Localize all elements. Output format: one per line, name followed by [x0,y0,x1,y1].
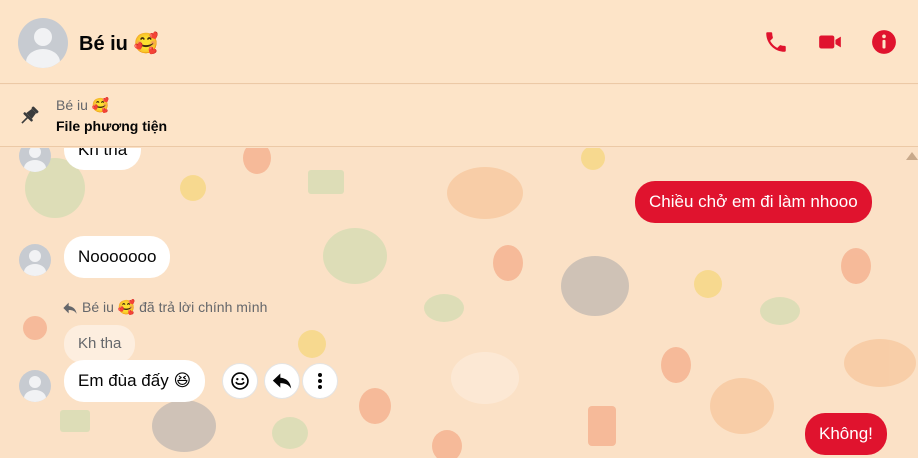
reply-arrow-icon [63,302,77,314]
more-options-button[interactable] [302,363,338,399]
info-icon[interactable] [871,29,897,55]
sender-avatar[interactable] [19,370,51,402]
pin-icon [21,106,39,124]
quoted-message[interactable]: Kh tha [64,325,136,363]
react-button[interactable] [222,363,258,399]
message-bubble[interactable]: Em đùa đấy 😆 [64,360,206,402]
contact-name[interactable]: Bé iu 🥰 [79,31,158,56]
react-icon [231,372,249,390]
scroll-up-indicator[interactable] [906,152,918,160]
sender-avatar[interactable] [19,244,51,276]
pinned-message-bar[interactable]: Bé iu 🥰 File phương tiện [0,85,918,147]
contact-avatar[interactable] [18,18,68,68]
reply-icon [272,373,292,389]
message-bubble[interactable]: Kh tha [64,148,142,170]
video-camera-icon[interactable] [817,29,843,55]
pinned-title: File phương tiện [56,118,168,134]
conversation-header: Bé iu 🥰 [0,0,918,84]
reply-button[interactable] [264,363,300,399]
message-bubble[interactable]: Chiều chở em đi làm nhooo [635,181,872,223]
reply-context-text: Bé iu 🥰 đã trả lời chính mình [82,299,268,315]
phone-icon[interactable] [763,29,789,55]
pinned-sender: Bé iu 🥰 [56,97,110,113]
message-bubble[interactable]: Không! [805,413,887,455]
more-options-icon [318,373,322,389]
message-bubble[interactable]: Nooooooo [64,236,171,278]
reply-context: Bé iu 🥰 đã trả lời chính mình [62,299,267,316]
message-list[interactable]: Kh tha Chiều chở em đi làm nhooo Noooooo… [0,148,918,458]
